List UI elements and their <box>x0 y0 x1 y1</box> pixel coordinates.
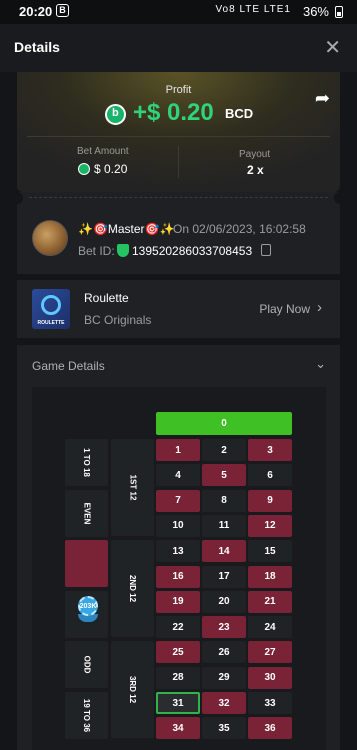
divider <box>178 146 179 178</box>
bet-chip: 203K <box>78 596 98 616</box>
number-cell[interactable]: 25 <box>156 641 200 664</box>
number-cell[interactable]: 7 <box>156 489 200 512</box>
zero-cell[interactable]: 0 <box>156 412 292 435</box>
chevron-right-icon[interactable]: › <box>317 299 322 316</box>
bet-info-card: ✨🎯Master🎯✨ On 02/06/2023, 16:02:58 Bet I… <box>17 204 340 274</box>
number-cell[interactable]: 5 <box>202 464 246 487</box>
number-cell[interactable]: 15 <box>248 540 292 563</box>
battery-icon <box>335 6 343 18</box>
number-cell[interactable]: 32 <box>202 692 246 714</box>
bcd-coin-icon <box>78 163 90 175</box>
outside-bet-cell[interactable] <box>65 540 108 588</box>
avatar[interactable] <box>32 220 68 256</box>
dozen-cell[interactable]: 1ST 12 <box>111 439 154 536</box>
bcd-coin-icon <box>105 104 126 125</box>
number-cell[interactable]: 34 <box>156 717 200 740</box>
number-cell[interactable]: 19 <box>156 590 200 613</box>
profit-card: Profit +$ 0.20 BCD ➦ Bet Amount $ 0.20 P… <box>17 72 340 192</box>
share-icon[interactable]: ➦ <box>315 88 330 109</box>
status-time: 20:20 <box>19 4 53 19</box>
dozen-cell[interactable]: 3RD 12 <box>111 641 154 739</box>
number-cell[interactable]: 35 <box>202 717 246 740</box>
number-cell[interactable]: 2 <box>202 439 246 461</box>
number-cell[interactable]: 21 <box>248 590 292 613</box>
dozen-label: 3RD 12 <box>128 676 137 704</box>
number-cell[interactable]: 16 <box>156 565 200 588</box>
number-cell[interactable]: 30 <box>248 666 292 689</box>
number-cell[interactable]: 1 <box>156 439 200 461</box>
ticket-separator <box>11 192 346 204</box>
roulette-wheel-icon <box>41 295 61 315</box>
bet-id-value: 139520286033708453 <box>132 244 253 258</box>
outside-bet-cell[interactable]: ODD <box>65 641 108 689</box>
number-cell[interactable]: 22 <box>156 616 200 639</box>
outside-bet-label: EVEN <box>81 502 91 524</box>
number-cell[interactable]: 24 <box>248 616 292 639</box>
number-cell[interactable]: 33 <box>248 692 292 714</box>
bet-date: On 02/06/2023, 16:02:58 <box>173 222 306 236</box>
network-icons: Vo8 LTE LTE1 <box>215 4 291 15</box>
number-cell[interactable]: 31 <box>156 692 200 714</box>
details-header: Details ✕ <box>0 24 357 72</box>
game-details-title[interactable]: Game Details <box>32 359 105 373</box>
game-provider: BC Originals <box>84 313 152 327</box>
outside-bet-cell[interactable]: 19 TO 36 <box>65 692 108 739</box>
number-cell[interactable]: 10 <box>156 514 200 537</box>
ticket-notch <box>11 192 23 204</box>
page-title: Details <box>14 39 60 55</box>
play-now-link[interactable]: Play Now <box>259 302 310 316</box>
bet-amount-label: Bet Amount <box>77 146 129 157</box>
dozen-cell[interactable]: 2ND 12 <box>111 540 154 638</box>
outside-bet-cell[interactable]: 1 TO 18 <box>65 439 108 486</box>
dozen-label: 1ST 12 <box>127 474 137 501</box>
outside-bet-label: 1 TO 18 <box>81 448 91 477</box>
bet-amount-value: $ 0.20 <box>94 162 128 176</box>
number-cell[interactable]: 14 <box>202 540 246 563</box>
verified-shield-icon <box>117 244 129 257</box>
number-cell[interactable]: 29 <box>202 666 246 689</box>
profit-label: Profit <box>165 84 192 96</box>
payout-label: Payout <box>239 149 271 160</box>
thumbnail-text: ROULETTE <box>37 320 65 326</box>
game-name: Roulette <box>84 291 129 305</box>
outside-bet-label: 19 TO 36 <box>82 698 91 733</box>
profit-currency: BCD <box>225 106 254 121</box>
number-cell[interactable]: 4 <box>156 464 200 487</box>
number-cell[interactable]: 36 <box>248 717 292 740</box>
number-cell[interactable]: 11 <box>202 514 246 537</box>
number-cell[interactable]: 20 <box>202 590 246 613</box>
number-cell[interactable]: 27 <box>248 641 292 664</box>
number-cell[interactable]: 23 <box>202 616 246 639</box>
game-row[interactable]: ROULETTE Roulette BC Originals Play Now … <box>17 280 340 338</box>
ticket-notch <box>334 192 346 204</box>
divider <box>27 136 330 137</box>
number-cell[interactable]: 6 <box>248 464 292 487</box>
number-cell[interactable]: 8 <box>202 489 246 512</box>
dozen-label: 2ND 12 <box>128 575 137 603</box>
outside-bet-cell[interactable]: EVEN <box>65 489 108 537</box>
number-cell[interactable]: 18 <box>248 565 292 588</box>
dashed-divider <box>29 197 328 198</box>
number-cell[interactable]: 26 <box>202 641 246 664</box>
number-cell[interactable]: 17 <box>202 565 246 588</box>
app-badge-icon: B <box>56 4 69 17</box>
number-cell[interactable]: 9 <box>248 489 292 512</box>
number-cell[interactable]: 3 <box>248 439 292 461</box>
number-cell[interactable]: 28 <box>156 666 200 689</box>
copy-icon[interactable] <box>261 244 271 256</box>
profit-amount: +$ 0.20 <box>133 99 214 126</box>
chevron-down-icon[interactable]: ⌄ <box>315 356 326 372</box>
bet-id-label: Bet ID: <box>78 244 115 258</box>
number-cell[interactable]: 12 <box>248 514 292 537</box>
roulette-thumbnail: ROULETTE <box>32 289 70 329</box>
number-cell[interactable]: 13 <box>156 540 200 563</box>
status-bar: 20:20 B Vo8 LTE LTE1 36% <box>0 0 357 24</box>
username[interactable]: ✨🎯Master🎯✨ <box>78 222 174 236</box>
close-icon[interactable]: ✕ <box>324 35 341 60</box>
outside-bet-label: ODD <box>82 656 91 674</box>
battery-percent: 36% <box>302 4 329 19</box>
payout-value: 2 x <box>247 163 264 177</box>
